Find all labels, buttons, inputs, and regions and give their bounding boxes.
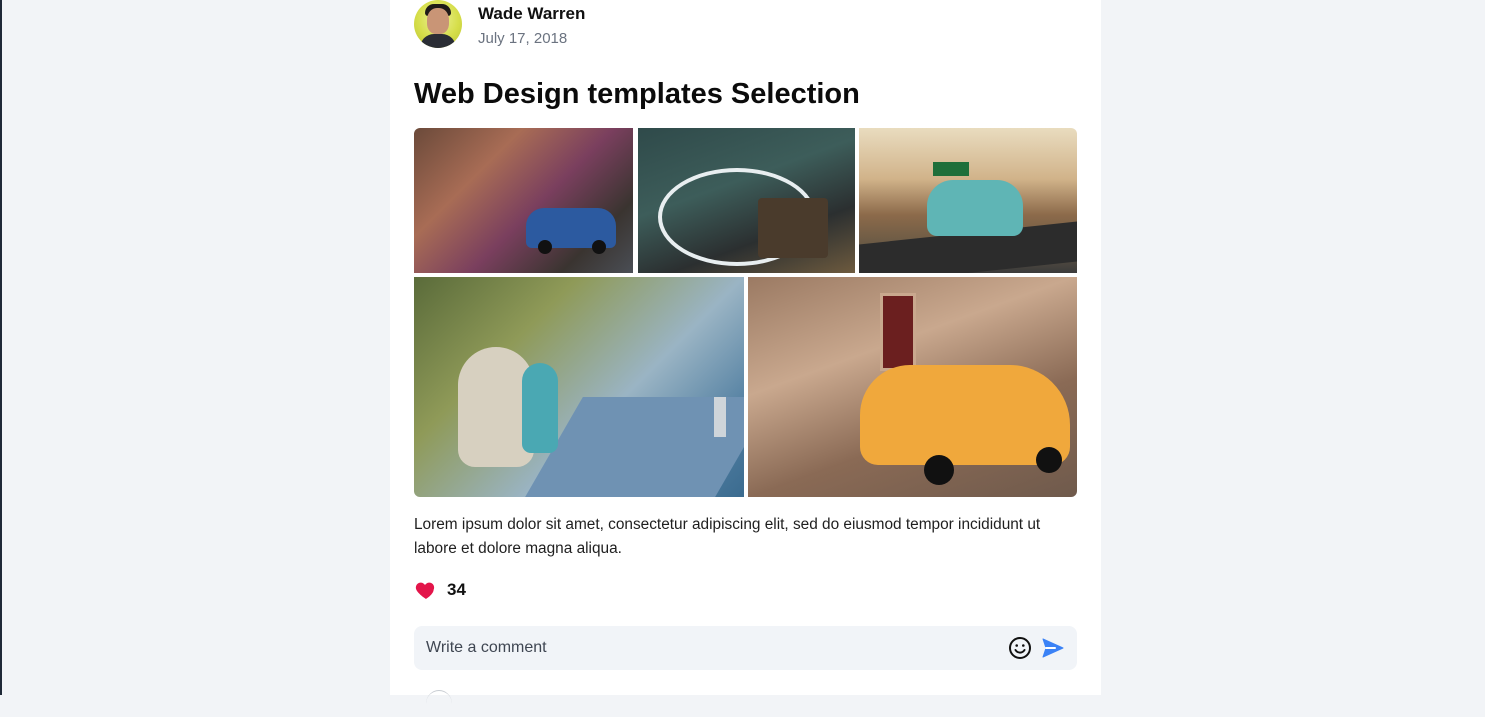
photo-street-cars[interactable]	[414, 128, 633, 273]
post-date: July 17, 2018	[478, 30, 568, 47]
post-body-text: Lorem ipsum dolor sit amet, consectetur …	[414, 516, 1041, 557]
author-name[interactable]: Wade Warren	[478, 4, 585, 24]
like-count: 34	[447, 580, 466, 599]
post-header: Wade Warren July 17, 2018	[414, 0, 585, 50]
photo-bicycle-shop[interactable]	[638, 128, 855, 273]
send-icon[interactable]	[1041, 636, 1065, 660]
post-card: Wade Warren July 17, 2018 Web Design tem…	[390, 0, 1101, 695]
photo-scooters-sidewalk[interactable]	[414, 277, 744, 497]
window-edge	[0, 0, 2, 695]
heart-icon[interactable]	[414, 578, 438, 602]
photo-teal-car-road[interactable]	[859, 128, 1077, 273]
photo-gallery	[414, 128, 1077, 497]
smiley-icon[interactable]	[1008, 636, 1032, 660]
post-title: Web Design templates Selection	[414, 78, 860, 110]
photo-yellow-car[interactable]	[748, 277, 1077, 497]
avatar[interactable]	[414, 0, 462, 48]
comment-box	[414, 625, 1077, 671]
like-row: 34	[414, 578, 466, 602]
author-block: Wade Warren July 17, 2018	[478, 4, 585, 48]
next-comment-avatar	[426, 690, 452, 717]
comment-input[interactable]	[414, 625, 1008, 671]
